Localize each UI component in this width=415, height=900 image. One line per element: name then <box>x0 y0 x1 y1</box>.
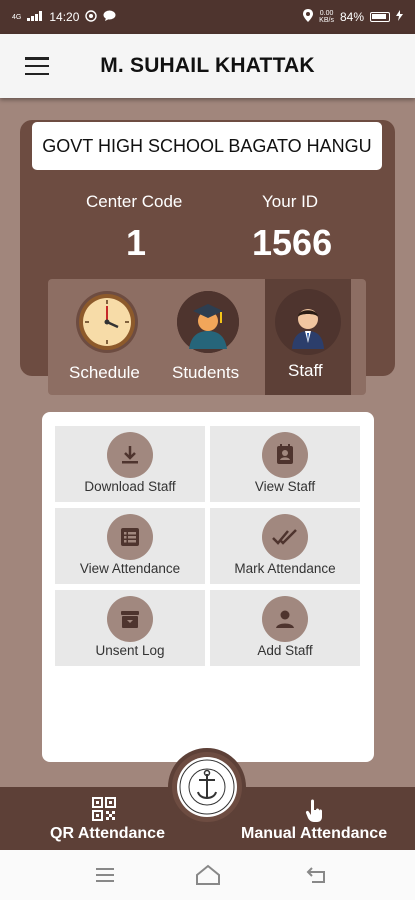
recent-apps-icon[interactable] <box>92 862 118 888</box>
network-speed-value: 0.00 <box>319 10 334 17</box>
double-check-icon <box>262 514 308 560</box>
chat-icon <box>103 10 116 25</box>
network-speed-unit: KB/s <box>319 17 334 24</box>
download-icon <box>107 432 153 478</box>
contact-card-icon <box>262 432 308 478</box>
clock-time: 14:20 <box>49 10 80 24</box>
status-bar: 4G 14:20 0.00 KB/s 84% <box>0 0 415 34</box>
qr-attendance-label: QR Attendance <box>50 825 165 842</box>
add-staff-button[interactable]: Add Staff <box>210 590 360 666</box>
tab-schedule-label: Schedule <box>69 363 140 382</box>
view-attendance-button[interactable]: View Attendance <box>55 508 205 584</box>
staff-actions-panel: Download Staff View Staff View Attendanc… <box>42 412 374 762</box>
your-id-label: Your ID <box>262 192 319 211</box>
network-speed: 0.00 KB/s <box>319 10 334 24</box>
location-icon <box>303 9 314 25</box>
tab-students[interactable]: Students <box>160 279 264 395</box>
tab-staff-label: Staff <box>288 361 323 380</box>
qr-code-icon <box>92 797 116 826</box>
home-icon[interactable] <box>195 862 221 888</box>
tab-students-label: Students <box>172 363 240 382</box>
battery-percent: 84% <box>339 10 364 24</box>
signal-icon <box>27 10 43 24</box>
unsent-log-button[interactable]: Unsent Log <box>55 590 205 666</box>
download-staff-button[interactable]: Download Staff <box>55 426 205 502</box>
system-navigation-bar <box>0 850 415 900</box>
manual-attendance-label: Manual Attendance <box>241 825 388 842</box>
page-title: M. SUHAIL KHATTAK <box>100 54 315 77</box>
tab-staff[interactable]: Staff <box>265 279 351 395</box>
view-staff-label: View Staff <box>254 479 316 494</box>
mark-attendance-button[interactable]: Mark Attendance <box>210 508 360 584</box>
touch-icon <box>302 797 326 828</box>
back-icon[interactable] <box>304 862 330 888</box>
add-staff-label: Add Staff <box>257 643 313 658</box>
unsent-log-label: Unsent Log <box>95 643 165 658</box>
center-code-value: 1 <box>126 222 147 263</box>
mark-attendance-label: Mark Attendance <box>234 561 336 576</box>
tab-schedule[interactable]: Schedule <box>48 279 152 395</box>
view-attendance-label: View Attendance <box>79 561 181 576</box>
whatsapp-icon <box>85 9 98 25</box>
list-icon <box>107 514 153 560</box>
person-icon <box>262 596 308 642</box>
section-tabs: Schedule Students Staff <box>48 279 366 395</box>
staff-person-icon <box>275 289 341 355</box>
charging-icon <box>396 10 403 24</box>
clock-icon <box>76 291 138 353</box>
battery-icon <box>370 12 390 22</box>
school-name: GOVT HIGH SCHOOL BAGATO HANGU <box>32 122 382 170</box>
center-code-label: Center Code <box>86 192 183 211</box>
graduate-icon <box>177 291 239 353</box>
app-bar: M. SUHAIL KHATTAK <box>0 34 415 98</box>
download-staff-label: Download Staff <box>84 479 176 494</box>
archive-icon <box>107 596 153 642</box>
hamburger-icon[interactable] <box>25 57 49 75</box>
school-emblem-logo <box>168 748 246 826</box>
your-id-value: 1566 <box>252 222 333 263</box>
network-indicator: 4G <box>12 13 22 21</box>
view-staff-button[interactable]: View Staff <box>210 426 360 502</box>
